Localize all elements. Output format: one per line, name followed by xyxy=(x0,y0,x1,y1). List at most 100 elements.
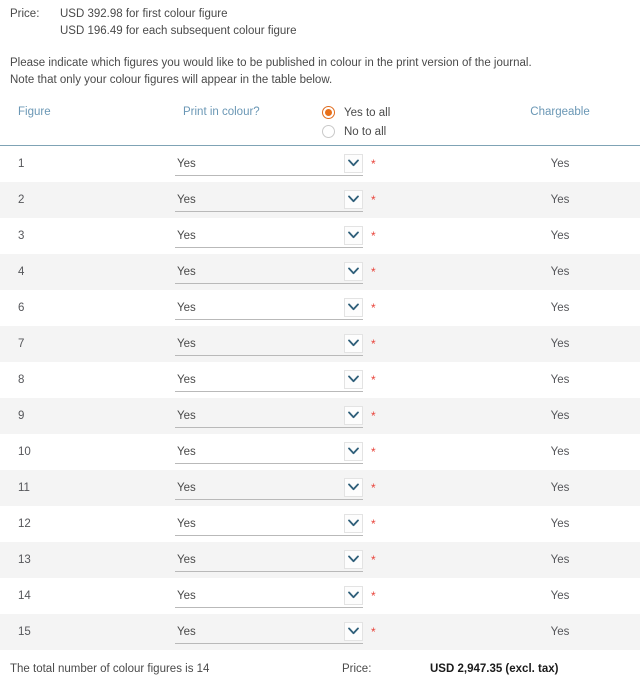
print-in-colour-select[interactable]: Yes xyxy=(175,152,363,176)
table-row: 9 Yes * Yes xyxy=(0,398,640,434)
radio-no-to-all-label: No to all xyxy=(344,125,387,138)
cell-print-in-colour: Yes * xyxy=(175,548,480,572)
cell-print-in-colour: Yes * xyxy=(175,512,480,536)
chevron-down-icon[interactable] xyxy=(344,513,363,533)
print-in-colour-value: Yes xyxy=(177,481,196,494)
cell-chargeable-value: Yes xyxy=(550,482,570,494)
cell-figure-number: 2 xyxy=(18,194,25,206)
print-in-colour-value: Yes xyxy=(177,193,196,206)
table-row: 12 Yes * Yes xyxy=(0,506,640,542)
price-first-figure: USD 392.98 for first colour figure xyxy=(60,8,228,20)
print-in-colour-value: Yes xyxy=(177,265,196,278)
print-in-colour-select[interactable]: Yes xyxy=(175,440,363,464)
cell-chargeable-value: Yes xyxy=(550,230,570,242)
print-in-colour-select[interactable]: Yes xyxy=(175,476,363,500)
print-in-colour-select[interactable]: Yes xyxy=(175,368,363,392)
required-field-asterisk: * xyxy=(371,373,376,387)
chevron-down-icon[interactable] xyxy=(344,621,363,641)
cell-figure-number: 13 xyxy=(18,554,31,566)
print-in-colour-select[interactable]: Yes xyxy=(175,584,363,608)
cell-print-in-colour: Yes * xyxy=(175,368,480,392)
chevron-down-icon[interactable] xyxy=(344,333,363,353)
cell-print-in-colour: Yes * xyxy=(175,260,480,284)
cell-print-in-colour: Yes * xyxy=(175,188,480,212)
radio-no-to-all[interactable]: No to all xyxy=(322,125,480,138)
print-in-colour-value: Yes xyxy=(177,157,196,170)
cell-chargeable-value: Yes xyxy=(550,626,570,638)
cell-chargeable-value: Yes xyxy=(550,410,570,422)
price-subsequent-figure: USD 196.49 for each subsequent colour fi… xyxy=(60,25,297,37)
cell-figure-number: 10 xyxy=(18,446,31,458)
table-row: 4 Yes * Yes xyxy=(0,254,640,290)
required-field-asterisk: * xyxy=(371,301,376,315)
table-row: 7 Yes * Yes xyxy=(0,326,640,362)
chevron-down-icon[interactable] xyxy=(344,297,363,317)
total-colour-figures-text: The total number of colour figures is 14 xyxy=(10,663,210,675)
cell-chargeable-value: Yes xyxy=(550,518,570,530)
print-in-colour-value: Yes xyxy=(177,589,196,602)
price-line-1: Price: USD 392.98 for first colour figur… xyxy=(0,6,640,23)
print-in-colour-select[interactable]: Yes xyxy=(175,224,363,248)
cell-chargeable-value: Yes xyxy=(550,590,570,602)
table-row: 10 Yes * Yes xyxy=(0,434,640,470)
cell-print-in-colour: Yes * xyxy=(175,476,480,500)
chevron-down-icon[interactable] xyxy=(344,441,363,461)
table-row: 11 Yes * Yes xyxy=(0,470,640,506)
table-row: 14 Yes * Yes xyxy=(0,578,640,614)
print-in-colour-select[interactable]: Yes xyxy=(175,332,363,356)
cell-chargeable-value: Yes xyxy=(550,158,570,170)
cell-chargeable-value: Yes xyxy=(550,554,570,566)
cell-print-in-colour: Yes * xyxy=(175,440,480,464)
footer-price-label: Price: xyxy=(342,663,372,675)
print-in-colour-select[interactable]: Yes xyxy=(175,512,363,536)
table-row: 13 Yes * Yes xyxy=(0,542,640,578)
cell-print-in-colour: Yes * xyxy=(175,620,480,644)
print-in-colour-select[interactable]: Yes xyxy=(175,188,363,212)
cell-figure-number: 14 xyxy=(18,590,31,602)
cell-chargeable-value: Yes xyxy=(550,302,570,314)
cell-print-in-colour: Yes * xyxy=(175,152,480,176)
chevron-down-icon[interactable] xyxy=(344,369,363,389)
chevron-down-icon[interactable] xyxy=(344,225,363,245)
price-line-2: USD 196.49 for each subsequent colour fi… xyxy=(0,23,640,40)
print-in-colour-value: Yes xyxy=(177,625,196,638)
required-field-asterisk: * xyxy=(371,553,376,567)
table-row: 6 Yes * Yes xyxy=(0,290,640,326)
cell-chargeable-value: Yes xyxy=(550,338,570,350)
cell-print-in-colour: Yes * xyxy=(175,296,480,320)
table-row: 1 Yes * Yes xyxy=(0,146,640,182)
chevron-down-icon[interactable] xyxy=(344,585,363,605)
cell-chargeable-value: Yes xyxy=(550,266,570,278)
instruction-line-1: Please indicate which figures you would … xyxy=(10,57,532,69)
cell-figure-number: 1 xyxy=(18,158,25,170)
cell-print-in-colour: Yes * xyxy=(175,332,480,356)
chevron-down-icon[interactable] xyxy=(344,405,363,425)
print-in-colour-select[interactable]: Yes xyxy=(175,404,363,428)
radio-selected-icon[interactable] xyxy=(322,106,335,119)
chevron-down-icon[interactable] xyxy=(344,477,363,497)
table-row: 8 Yes * Yes xyxy=(0,362,640,398)
cell-figure-number: 11 xyxy=(18,482,30,494)
radio-yes-to-all[interactable]: Yes to all xyxy=(322,106,480,119)
print-in-colour-select[interactable]: Yes xyxy=(175,296,363,320)
print-in-colour-value: Yes xyxy=(177,301,196,314)
print-in-colour-value: Yes xyxy=(177,409,196,422)
cell-figure-number: 12 xyxy=(18,518,31,530)
print-in-colour-select[interactable]: Yes xyxy=(175,620,363,644)
all-toggle-radio-group: Yes to all No to all xyxy=(310,106,480,138)
print-in-colour-select[interactable]: Yes xyxy=(175,260,363,284)
radio-unselected-icon[interactable] xyxy=(322,125,335,138)
print-in-colour-select[interactable]: Yes xyxy=(175,548,363,572)
colour-figures-table: Figure Print in colour? Yes to all No to… xyxy=(0,103,640,650)
chevron-down-icon[interactable] xyxy=(344,189,363,209)
chevron-down-icon[interactable] xyxy=(344,549,363,569)
chevron-down-icon[interactable] xyxy=(344,261,363,281)
cell-chargeable-value: Yes xyxy=(550,446,570,458)
print-in-colour-value: Yes xyxy=(177,337,196,350)
cell-figure-number: 7 xyxy=(18,338,25,350)
chevron-down-icon[interactable] xyxy=(344,153,363,173)
required-field-asterisk: * xyxy=(371,265,376,279)
cell-figure-number: 4 xyxy=(18,266,25,278)
instruction-line-2: Note that only your colour figures will … xyxy=(10,74,333,86)
column-header-chargeable: Chargeable xyxy=(530,106,590,118)
